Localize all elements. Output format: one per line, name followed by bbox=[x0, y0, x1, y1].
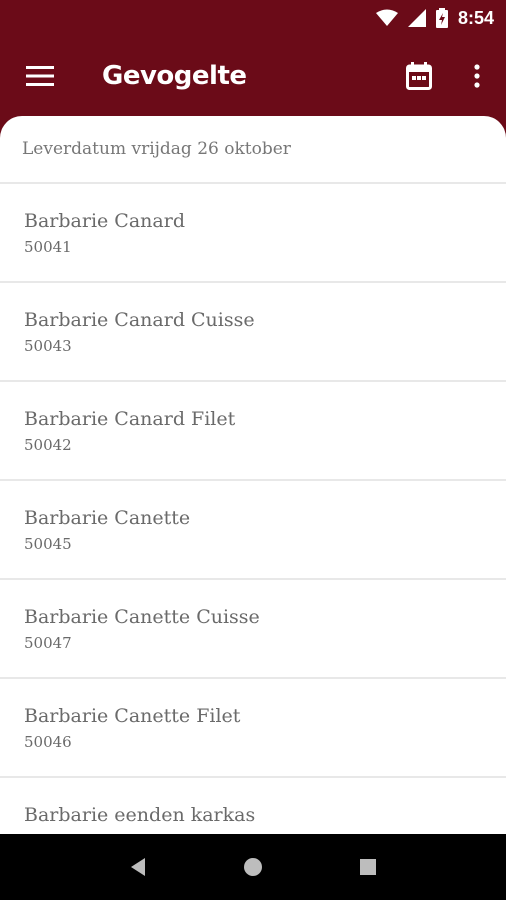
list-item[interactable]: Barbarie Canette Filet 50046 bbox=[0, 679, 506, 778]
home-icon bbox=[243, 858, 262, 876]
list-item[interactable]: Barbarie Canard 50041 bbox=[0, 184, 506, 283]
list-item[interactable]: Barbarie Canette 50045 bbox=[0, 481, 506, 580]
list-item[interactable]: Barbarie eenden karkas bbox=[0, 778, 506, 834]
more-vert-icon bbox=[474, 64, 480, 88]
page-title: Gevogelte bbox=[102, 61, 247, 91]
status-bar: 8:54 bbox=[0, 0, 506, 36]
product-code: 50047 bbox=[24, 634, 72, 652]
recents-icon bbox=[360, 859, 377, 875]
home-button[interactable] bbox=[223, 837, 283, 897]
list-item[interactable]: Barbarie Canette Cuisse 50047 bbox=[0, 580, 506, 679]
app-bar: Gevogelte bbox=[0, 36, 506, 116]
product-code: 50042 bbox=[24, 436, 72, 454]
system-nav-bar bbox=[0, 834, 506, 900]
menu-button[interactable] bbox=[0, 36, 80, 116]
product-code: 50045 bbox=[24, 535, 72, 553]
delivery-date-header: Leverdatum vrijdag 26 oktober bbox=[0, 116, 506, 184]
product-code: 50041 bbox=[24, 238, 72, 256]
back-button[interactable] bbox=[108, 837, 168, 897]
wifi-icon bbox=[375, 9, 398, 26]
list-item[interactable]: Barbarie Canard Cuisse 50043 bbox=[0, 283, 506, 382]
list-item[interactable]: Barbarie Canard Filet 50042 bbox=[0, 382, 506, 481]
product-name: Barbarie Canette Filet bbox=[24, 705, 241, 727]
status-time: 8:54 bbox=[457, 7, 494, 28]
back-icon bbox=[130, 858, 145, 876]
cell-signal-icon bbox=[407, 9, 426, 27]
product-code: 50046 bbox=[24, 733, 72, 751]
product-name: Barbarie Canette Cuisse bbox=[24, 606, 260, 628]
product-name: Barbarie Canard Filet bbox=[24, 408, 236, 430]
calendar-button[interactable] bbox=[390, 36, 448, 116]
product-name: Barbarie Canard bbox=[24, 210, 185, 232]
product-name: Barbarie Canard Cuisse bbox=[24, 309, 255, 331]
recents-button[interactable] bbox=[338, 837, 398, 897]
overflow-menu-button[interactable] bbox=[448, 36, 506, 116]
content-sheet: Leverdatum vrijdag 26 oktober Barbarie C… bbox=[0, 116, 506, 834]
product-code: 50043 bbox=[24, 337, 72, 355]
product-name: Barbarie Canette bbox=[24, 507, 191, 529]
calendar-icon bbox=[406, 62, 432, 90]
menu-icon bbox=[26, 66, 54, 86]
product-name: Barbarie eenden karkas bbox=[24, 804, 256, 826]
battery-charging-icon bbox=[435, 8, 448, 28]
